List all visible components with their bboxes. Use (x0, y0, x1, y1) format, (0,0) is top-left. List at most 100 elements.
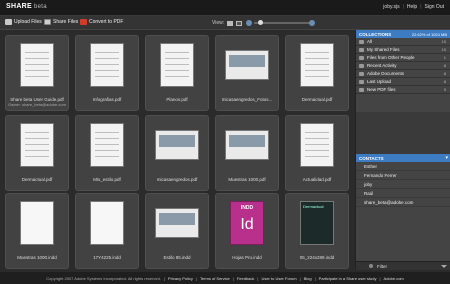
file-thumbnail (20, 123, 54, 167)
footer-link[interactable]: Adobe.com (384, 276, 404, 281)
footer-link[interactable]: User to User Forum (261, 276, 296, 281)
user-link-help[interactable]: Help (407, 4, 417, 10)
footer: Copyright 2007 Adobe Systems Incorporate… (0, 272, 450, 284)
collection-label: New PDF files (367, 87, 396, 92)
contacts-filter[interactable]: Filter (356, 261, 450, 270)
contact-item[interactable]: share_beta@adobe.com (356, 198, 450, 207)
text-line (25, 156, 49, 157)
collection-item[interactable]: Last Upload 8 (356, 78, 450, 86)
file-card[interactable]: Dermactual 05_224x289.indd (285, 193, 349, 269)
collection-count: 15 (441, 39, 446, 44)
zoom-out-icon[interactable] (246, 20, 252, 26)
collection-item[interactable]: All 15 (356, 38, 450, 46)
file-card[interactable]: Muestras 1000.indd (5, 193, 69, 269)
file-thumbnail: INDD Id (230, 201, 264, 245)
file-card[interactable]: Muestras 1000.pdf (215, 115, 279, 191)
thumbnail-image (229, 55, 265, 67)
collection-item[interactable]: My Shared Files 15 (356, 46, 450, 54)
user-link-signout[interactable]: Sign Out (425, 4, 444, 10)
text-line (305, 144, 329, 145)
collection-item[interactable]: Recent Activity 8 (356, 62, 450, 70)
footer-link[interactable]: Terms of Service (200, 276, 230, 281)
text-line (25, 76, 49, 77)
contact-item[interactable]: Fernando Ferrer (356, 171, 450, 180)
contacts-menu-icon[interactable]: ▾ (445, 155, 448, 161)
footer-link[interactable]: Feedback (237, 276, 255, 281)
file-card[interactable]: INDD Id Hojas Pro.indd (215, 193, 279, 269)
brand-logo: SHARE beta (6, 3, 47, 10)
text-line (25, 64, 49, 65)
text-line (95, 132, 119, 133)
grid-view-toggle[interactable] (227, 20, 234, 26)
collection-item[interactable]: Adobe Documents 8 (356, 70, 450, 78)
text-line (25, 70, 49, 71)
thumbnail-size-slider[interactable] (254, 20, 314, 25)
list-view-toggle[interactable] (236, 20, 243, 26)
user-link-account[interactable]: joby.sjs (383, 4, 399, 10)
collection-label: Adobe Documents (367, 71, 405, 76)
file-card[interactable]: Share beta User Guide.pdf Owner: share_be… (5, 35, 69, 111)
text-line (305, 64, 329, 65)
folder-icon (359, 63, 364, 68)
file-thumbnail (90, 201, 124, 245)
file-name: micasaengredos_Fotos... (221, 97, 273, 102)
text-line (25, 52, 49, 53)
text-line (165, 64, 189, 65)
separator: | (314, 275, 316, 281)
collections-panel: COLLECTIONS 22.62% of 1024 MB All 15 My Sh… (356, 30, 450, 112)
file-card[interactable]: 17Y4225.indd (75, 193, 139, 269)
zoom-in-icon[interactable] (309, 20, 315, 26)
file-card[interactable]: Dermactual.pdf (5, 115, 69, 191)
text-line (305, 70, 329, 71)
file-thumbnail (20, 201, 54, 245)
separator: | (299, 275, 301, 281)
file-card[interactable]: micasaengredos_Fotos... (215, 35, 279, 111)
footer-link[interactable]: Participate in a Share user study (319, 276, 377, 281)
file-name: Actualidad.pdf (302, 177, 332, 182)
collection-count: 15 (441, 47, 446, 52)
contacts-header: CONTACTS ▾ (356, 154, 450, 162)
file-name: 17Y4225.indd (93, 255, 121, 260)
text-line (95, 64, 119, 65)
slider-knob[interactable] (258, 20, 263, 25)
file-card[interactable]: Infografias.pdf (75, 35, 139, 111)
share-files-button[interactable]: Share Files (44, 19, 78, 25)
file-thumbnail (225, 130, 269, 160)
folder-icon (359, 87, 364, 92)
upload-files-button[interactable]: Upload Files (5, 19, 42, 25)
contact-item[interactable]: Esther (356, 162, 450, 171)
file-card[interactable]: Dermactual.pdf (285, 35, 349, 111)
text-line (25, 150, 49, 151)
collections-list: All 15 My Shared Files 15 Files from Other P… (356, 38, 450, 116)
file-name: Hojas Pro.indd (232, 255, 262, 260)
contact-item[interactable]: Raúl (356, 189, 450, 198)
file-card[interactable]: Mis_estilo.pdf (75, 115, 139, 191)
file-thumbnail (300, 43, 334, 87)
text-line (165, 70, 189, 71)
text-line (95, 52, 119, 53)
thumbnail-image (229, 135, 265, 147)
file-card[interactable]: Estilo 85.indd (145, 193, 209, 269)
upload-files-label: Upload Files (14, 19, 42, 25)
thumbnail-image (159, 135, 195, 147)
collection-item[interactable]: Files from Other People 1 (356, 54, 450, 62)
separator: | (257, 275, 259, 281)
collection-item[interactable]: New PDF files 5 (356, 86, 450, 94)
contact-item[interactable]: joby (356, 180, 450, 189)
text-line (25, 144, 49, 145)
file-card[interactable]: Actualidad.pdf (285, 115, 349, 191)
view-controls: View: (212, 20, 243, 26)
file-card[interactable]: micasaengredos.pdf (145, 115, 209, 191)
collection-label: Recent Activity (367, 63, 397, 68)
file-thumbnail (300, 123, 334, 167)
footer-link[interactable]: Privacy Policy (168, 276, 193, 281)
indd-badge: INDD (240, 205, 254, 211)
file-name: Muestras 1000.indd (17, 255, 57, 260)
footer-link[interactable]: Blog (304, 276, 312, 281)
file-name: Dermactual.pdf (301, 97, 333, 102)
file-card[interactable]: Planos.pdf (145, 35, 209, 111)
file-thumbnail (20, 43, 54, 87)
convert-to-pdf-button[interactable]: Convert to PDF (80, 19, 123, 25)
thumbnail-title: Dermactual (303, 204, 324, 209)
top-bar: SHARE beta joby.sjs | Help | Sign Out (0, 0, 450, 16)
